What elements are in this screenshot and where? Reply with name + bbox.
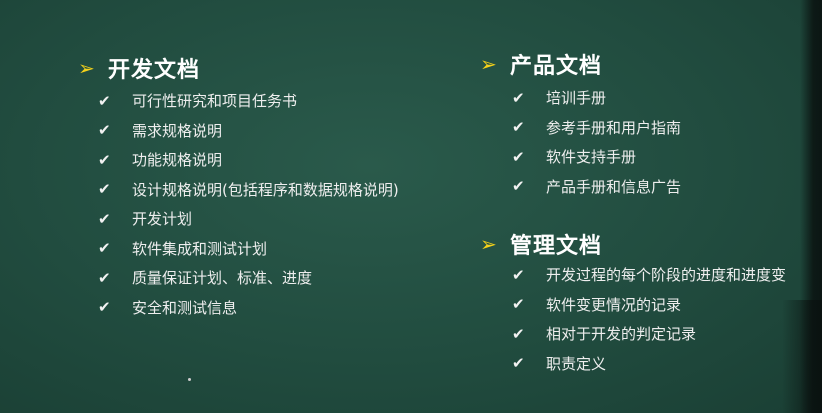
item-text: 参考手册和用户指南 [546,118,682,137]
check-icon: ✔ [98,268,111,287]
list-item: ✔ 开发过程的每个阶段的进度和进度变 [512,260,786,290]
item-text: 产品手册和信息广告 [546,177,682,196]
check-icon: ✔ [98,150,111,169]
item-text: 安全和测试信息 [132,298,238,317]
list-item: ✔ 培训手册 [512,83,681,113]
check-icon: ✔ [98,239,111,258]
list-item: ✔ 职责定义 [512,349,786,379]
list-item: ✔ 需求规格说明 [98,116,399,146]
chalk-dot [188,378,191,381]
item-text: 质量保证计划、标准、进度 [132,269,313,288]
list-item: ✔ 安全和测试信息 [98,293,399,323]
item-text: 软件集成和测试计划 [132,239,268,258]
heading-text: 管理文档 [510,234,603,259]
list-item: ✔ 设计规格说明(包括程序和数据规格说明) [98,175,399,205]
check-icon: ✔ [512,295,525,314]
list-item: ✔ 开发计划 [98,204,399,234]
list-item: ✔ 软件支持手册 [512,142,681,172]
check-icon: ✔ [98,180,111,199]
list-item: ✔ 相对于开发的判定记录 [512,319,786,349]
slide: ➢ 开发文档 ✔ 可行性研究和项目任务书 ✔ 需求规格说明 ✔ 功能规格说明 ✔ 设计规… [0,0,822,413]
section-product-docs: ➢ 产品文档 ✔ 培训手册 ✔ 参考手册和用户指南 ✔ 软件支持手册 ✔ 产品手册和信息… [480,48,681,201]
arrow-right-icon: ➢ [480,232,497,256]
list-item: ✔ 可行性研究和项目任务书 [98,86,399,116]
item-text: 开发计划 [132,210,193,229]
check-icon: ✔ [512,147,525,166]
item-text: 需求规格说明 [132,121,223,140]
arrow-right-icon: ➢ [78,56,95,80]
list-item: ✔ 软件变更情况的记录 [512,290,786,320]
item-list: ✔ 可行性研究和项目任务书 ✔ 需求规格说明 ✔ 功能规格说明 ✔ 设计规格说明(包括程… [98,86,399,322]
list-item: ✔ 质量保证计划、标准、进度 [98,263,399,293]
section-management-docs: ➢ 管理文档 ✔ 开发过程的每个阶段的进度和进度变 ✔ 软件变更情况的记录 ✔ 相对于… [480,228,786,378]
item-text: 职责定义 [546,354,607,373]
check-icon: ✔ [98,91,111,110]
check-icon: ✔ [512,118,525,137]
list-item: ✔ 功能规格说明 [98,145,399,175]
section-heading: ➢ 开发文档 [78,52,399,84]
check-icon: ✔ [512,324,525,343]
section-heading: ➢ 管理文档 [480,228,786,260]
presenter-shadow [782,300,822,413]
item-text: 功能规格说明 [132,151,223,170]
item-text: 开发过程的每个阶段的进度和进度变 [546,266,787,285]
item-text: 软件支持手册 [546,148,637,167]
check-icon: ✔ [512,177,525,196]
check-icon: ✔ [98,209,111,228]
list-item: ✔ 参考手册和用户指南 [512,113,681,143]
check-icon: ✔ [98,298,111,317]
item-list: ✔ 开发过程的每个阶段的进度和进度变 ✔ 软件变更情况的记录 ✔ 相对于开发的判定记录… [512,260,786,378]
arrow-right-icon: ➢ [480,52,497,76]
check-icon: ✔ [512,88,525,107]
list-item: ✔ 软件集成和测试计划 [98,234,399,264]
heading-text: 开发文档 [108,58,201,83]
check-icon: ✔ [98,121,111,140]
item-text: 设计规格说明(包括程序和数据规格说明) [132,180,399,199]
item-text: 可行性研究和项目任务书 [132,92,298,111]
section-development-docs: ➢ 开发文档 ✔ 可行性研究和项目任务书 ✔ 需求规格说明 ✔ 功能规格说明 ✔ 设计规… [78,52,399,322]
item-text: 培训手册 [546,89,607,108]
list-item: ✔ 产品手册和信息广告 [512,172,681,202]
check-icon: ✔ [512,265,525,284]
check-icon: ✔ [512,354,525,373]
item-text: 软件变更情况的记录 [546,295,682,314]
item-text: 相对于开发的判定记录 [546,325,697,344]
section-heading: ➢ 产品文档 [480,48,681,80]
heading-text: 产品文档 [510,54,603,79]
item-list: ✔ 培训手册 ✔ 参考手册和用户指南 ✔ 软件支持手册 ✔ 产品手册和信息广告 [512,83,681,201]
